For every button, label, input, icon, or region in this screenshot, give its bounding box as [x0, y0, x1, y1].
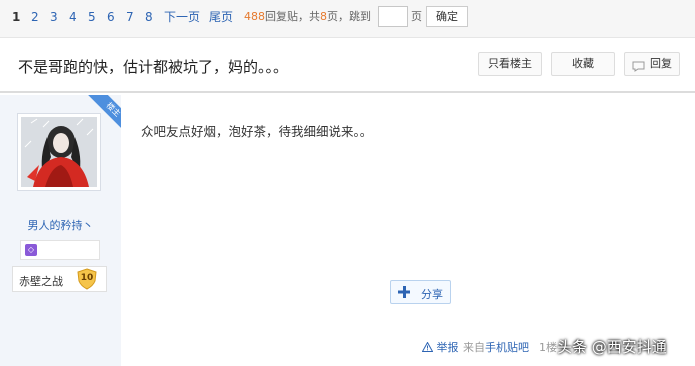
share-button[interactable]: 分享 — [390, 280, 451, 304]
favorite-button[interactable]: 收藏 — [551, 52, 615, 76]
op-badge-label: 楼主 — [88, 95, 121, 135]
shield-icon: 10 — [76, 268, 98, 290]
page-link[interactable]: 7 — [126, 9, 134, 25]
medal-row: ◇ — [20, 240, 100, 260]
share-label: 分享 — [421, 288, 443, 301]
reply-label: 回复 — [650, 57, 672, 70]
plus-icon — [397, 285, 411, 299]
pages-text: 页，跳到 — [327, 10, 371, 23]
level-badge[interactable]: 赤壁之战 10 — [12, 266, 107, 292]
page-jump-input[interactable] — [378, 6, 408, 27]
pager: 1 2 3 4 5 6 7 8 下一页 尾页 488回复贴，共8页，跳到 页 确… — [0, 0, 695, 38]
level-number: 10 — [80, 273, 94, 283]
author-panel: 男人的矜持丶 ◇ 赤壁之战 10 — [0, 95, 121, 366]
page-link[interactable]: 3 — [50, 9, 58, 25]
report-link[interactable]: 举报 — [421, 341, 459, 355]
op-corner-badge: 楼主 — [81, 95, 121, 135]
source-prefix: 来自 — [463, 341, 485, 354]
current-page: 1 — [12, 10, 21, 24]
reply-text: 回复贴，共 — [265, 10, 320, 23]
reply-button[interactable]: 回复 — [624, 52, 680, 76]
post-content: 众吧友点好烟，泡好茶，待我细细说来。。 — [141, 124, 373, 139]
page-suffix: 页 — [411, 10, 422, 23]
confirm-button[interactable]: 确定 — [426, 6, 468, 27]
thread-header: 不是哥跑的快，估计都被坑了，妈的。。。 只看楼主 收藏 回复 — [0, 38, 695, 93]
report-label: 举报 — [436, 341, 459, 354]
username[interactable]: 男人的矜持丶 — [0, 217, 121, 233]
medal-icon[interactable]: ◇ — [25, 244, 37, 256]
reply-summary: 488回复贴，共8页，跳到 — [244, 9, 371, 25]
thread-title: 不是哥跑的快，估计都被坑了，妈的。。。 — [18, 58, 289, 76]
last-page-link[interactable]: 尾页 — [209, 9, 233, 25]
post-source: 来自手机贴吧 — [463, 341, 529, 355]
page-link[interactable]: 6 — [107, 9, 115, 25]
reply-count: 488 — [244, 10, 265, 23]
mobile-tieba-link[interactable]: 手机贴吧 — [485, 341, 529, 354]
page-link[interactable]: 8 — [145, 9, 153, 25]
page-link[interactable]: 4 — [69, 9, 77, 25]
watermark: 头条 @西安抖通 — [557, 338, 667, 356]
page-link[interactable]: 5 — [88, 9, 96, 25]
only-op-button[interactable]: 只看楼主 — [478, 52, 542, 76]
floor-number: 1楼 — [539, 341, 557, 354]
total-pages: 8 — [320, 10, 327, 23]
comment-icon — [632, 58, 645, 72]
warning-icon — [421, 341, 437, 354]
next-page-link[interactable]: 下一页 — [164, 9, 200, 25]
level-name: 赤壁之战 — [19, 275, 63, 288]
page-link[interactable]: 2 — [31, 9, 39, 25]
